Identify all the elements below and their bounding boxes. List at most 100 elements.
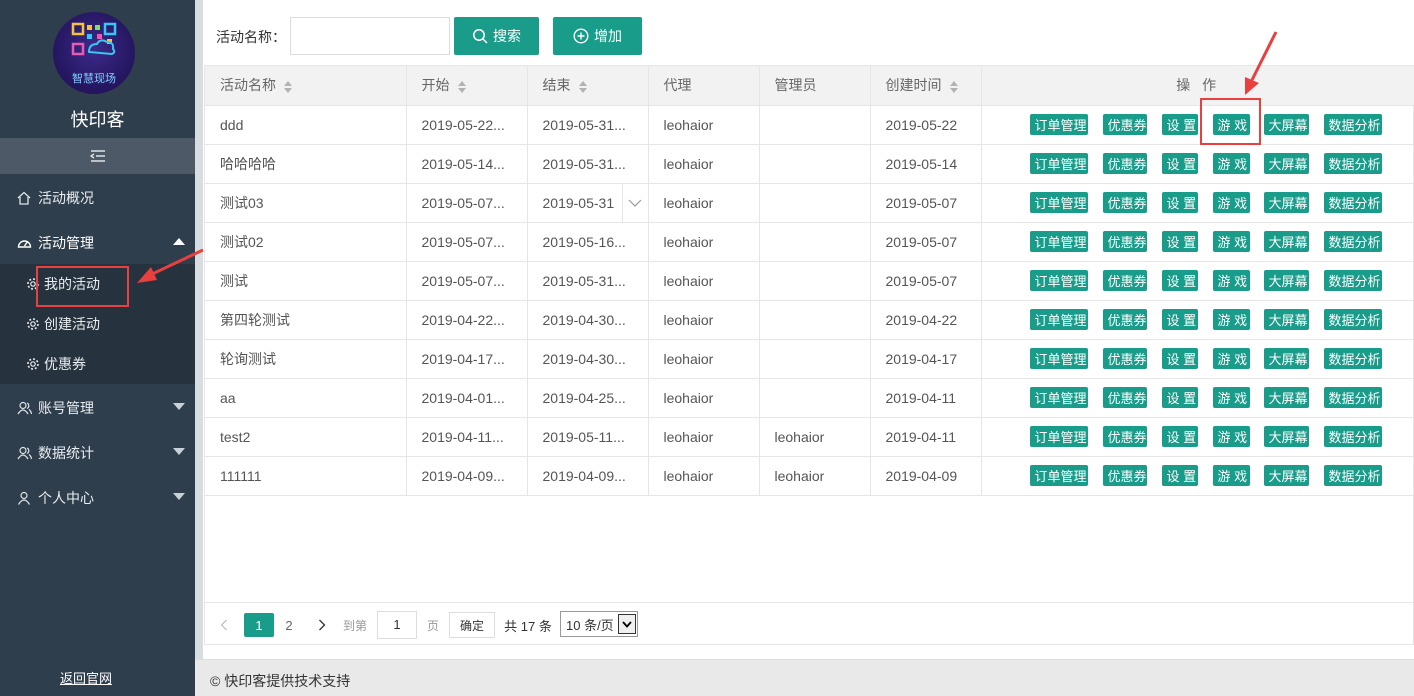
chevron-down-icon xyxy=(618,614,636,634)
big-screen-button[interactable]: 大屏幕 xyxy=(1263,270,1309,291)
table-row: 测试 2019-05-07... 2019-05-31... leohaior 2019… xyxy=(205,261,1414,301)
big-screen-button[interactable]: 大屏幕 xyxy=(1263,348,1309,369)
big-screen-button[interactable]: 大屏幕 xyxy=(1263,465,1309,486)
settings-button[interactable]: 设 置 xyxy=(1161,114,1198,135)
game-button[interactable]: 游 戏 xyxy=(1212,153,1250,174)
settings-button[interactable]: 设 置 xyxy=(1161,309,1198,330)
settings-button[interactable]: 设 置 xyxy=(1161,426,1198,447)
column-header-name[interactable]: 活动名称 xyxy=(205,66,407,106)
big-screen-button[interactable]: 大屏幕 xyxy=(1263,309,1309,330)
sidebar-item-overview[interactable]: 活动概况 xyxy=(0,176,195,220)
coupon-button[interactable]: 优惠券 xyxy=(1102,192,1147,213)
admin-cell: leohaior xyxy=(759,417,871,457)
order-management-button[interactable]: 订单管理 xyxy=(1029,270,1088,291)
order-management-button[interactable]: 订单管理 xyxy=(1029,192,1088,213)
order-management-button[interactable]: 订单管理 xyxy=(1029,426,1088,447)
order-management-button[interactable]: 订单管理 xyxy=(1029,153,1088,174)
coupon-button[interactable]: 优惠券 xyxy=(1102,309,1147,330)
settings-button[interactable]: 设 置 xyxy=(1161,270,1198,291)
chevron-down-icon[interactable] xyxy=(621,183,648,221)
big-screen-button[interactable]: 大屏幕 xyxy=(1263,114,1309,135)
order-management-button[interactable]: 订单管理 xyxy=(1029,309,1088,330)
activity-name-input[interactable] xyxy=(290,17,450,55)
data-analysis-button[interactable]: 数据分析 xyxy=(1323,270,1382,291)
order-management-button[interactable]: 订单管理 xyxy=(1029,114,1088,135)
game-button[interactable]: 游 戏 xyxy=(1212,192,1250,213)
data-analysis-button[interactable]: 数据分析 xyxy=(1323,465,1382,486)
settings-button[interactable]: 设 置 xyxy=(1161,153,1198,174)
back-to-site-link[interactable]: 返回官网 xyxy=(0,668,172,687)
column-header-end[interactable]: 结束 xyxy=(527,66,649,106)
table-row: 111111 2019-04-09... 2019-04-09... leohaior… xyxy=(205,456,1414,496)
activity-name-cell: 测试 xyxy=(205,261,407,301)
sidebar-item-account-management[interactable]: 账号管理 xyxy=(0,386,195,430)
sidebar-item-statistics[interactable]: 数据统计 xyxy=(0,431,195,475)
sort-icon[interactable] xyxy=(457,80,467,93)
sort-icon[interactable] xyxy=(284,80,293,93)
sidebar-item-coupons[interactable]: 优惠券 xyxy=(0,344,195,384)
coupon-button[interactable]: 优惠券 xyxy=(1102,270,1147,291)
column-header-start[interactable]: 开始 xyxy=(406,66,528,106)
settings-button[interactable]: 设 置 xyxy=(1161,348,1198,369)
page-1-button[interactable]: 1 xyxy=(244,613,274,637)
coupon-button[interactable]: 优惠券 xyxy=(1102,153,1147,174)
big-screen-button[interactable]: 大屏幕 xyxy=(1263,426,1309,447)
settings-button[interactable]: 设 置 xyxy=(1161,192,1198,213)
coupon-button[interactable]: 优惠券 xyxy=(1102,231,1147,252)
order-management-button[interactable]: 订单管理 xyxy=(1029,348,1088,369)
sidebar-item-activity-management[interactable]: 活动管理 xyxy=(0,221,195,265)
start-cell: 2019-04-11... xyxy=(406,417,528,457)
big-screen-button[interactable]: 大屏幕 xyxy=(1263,387,1309,408)
table-row: 测试03 2019-05-07... 2019-05-31 leohaior 2019-… xyxy=(205,183,1414,223)
settings-button[interactable]: 设 置 xyxy=(1161,465,1198,486)
coupon-button[interactable]: 优惠券 xyxy=(1102,114,1147,135)
game-button[interactable]: 游 戏 xyxy=(1212,270,1250,291)
data-analysis-button[interactable]: 数据分析 xyxy=(1323,387,1382,408)
coupon-button[interactable]: 优惠券 xyxy=(1102,465,1147,486)
settings-button[interactable]: 设 置 xyxy=(1161,231,1198,252)
settings-button[interactable]: 设 置 xyxy=(1161,387,1198,408)
agent-cell: leohaior xyxy=(648,183,760,223)
game-button[interactable]: 游 戏 xyxy=(1212,309,1250,330)
coupon-button[interactable]: 优惠券 xyxy=(1102,387,1147,408)
data-analysis-button[interactable]: 数据分析 xyxy=(1323,309,1382,330)
game-button[interactable]: 游 戏 xyxy=(1212,465,1250,486)
game-button[interactable]: 游 戏 xyxy=(1212,387,1250,408)
next-page-button[interactable] xyxy=(314,613,330,637)
sort-icon[interactable] xyxy=(949,80,959,93)
page-2-button[interactable]: 2 xyxy=(278,613,300,637)
sidebar-item-create-activity[interactable]: 创建活动 xyxy=(0,304,195,344)
order-management-button[interactable]: 订单管理 xyxy=(1029,465,1088,486)
page-size-select[interactable]: 10 条/页 xyxy=(560,611,638,637)
data-analysis-button[interactable]: 数据分析 xyxy=(1323,114,1382,135)
data-analysis-button[interactable]: 数据分析 xyxy=(1323,231,1382,252)
prev-page-button[interactable] xyxy=(216,613,232,637)
sort-icon[interactable] xyxy=(578,80,588,93)
order-management-button[interactable]: 订单管理 xyxy=(1029,231,1088,252)
big-screen-button[interactable]: 大屏幕 xyxy=(1263,231,1309,252)
game-button[interactable]: 游 戏 xyxy=(1212,426,1250,447)
created-cell: 2019-04-17 xyxy=(870,339,982,379)
search-button-label: 搜索 xyxy=(493,28,521,44)
game-button[interactable]: 游 戏 xyxy=(1212,348,1250,369)
data-analysis-button[interactable]: 数据分析 xyxy=(1323,348,1382,369)
column-header-created[interactable]: 创建时间 xyxy=(870,66,982,106)
coupon-button[interactable]: 优惠券 xyxy=(1102,348,1147,369)
collapse-sidebar-button[interactable] xyxy=(0,138,195,174)
add-button[interactable]: 增加 xyxy=(553,17,642,55)
activity-name-cell: ddd xyxy=(205,105,407,145)
data-analysis-button[interactable]: 数据分析 xyxy=(1323,153,1382,174)
big-screen-button[interactable]: 大屏幕 xyxy=(1263,192,1309,213)
game-button[interactable]: 游 戏 xyxy=(1212,231,1250,252)
search-button[interactable]: 搜索 xyxy=(454,17,539,55)
sidebar-item-personal-center[interactable]: 个人中心 xyxy=(0,476,195,520)
created-cell: 2019-05-14 xyxy=(870,144,982,184)
data-analysis-button[interactable]: 数据分析 xyxy=(1323,192,1382,213)
goto-page-input[interactable]: 1 xyxy=(377,611,417,639)
big-screen-button[interactable]: 大屏幕 xyxy=(1263,153,1309,174)
activity-name-cell: aa xyxy=(205,378,407,418)
coupon-button[interactable]: 优惠券 xyxy=(1102,426,1147,447)
goto-confirm-button[interactable]: 确定 xyxy=(449,612,495,638)
order-management-button[interactable]: 订单管理 xyxy=(1029,387,1088,408)
data-analysis-button[interactable]: 数据分析 xyxy=(1323,426,1382,447)
